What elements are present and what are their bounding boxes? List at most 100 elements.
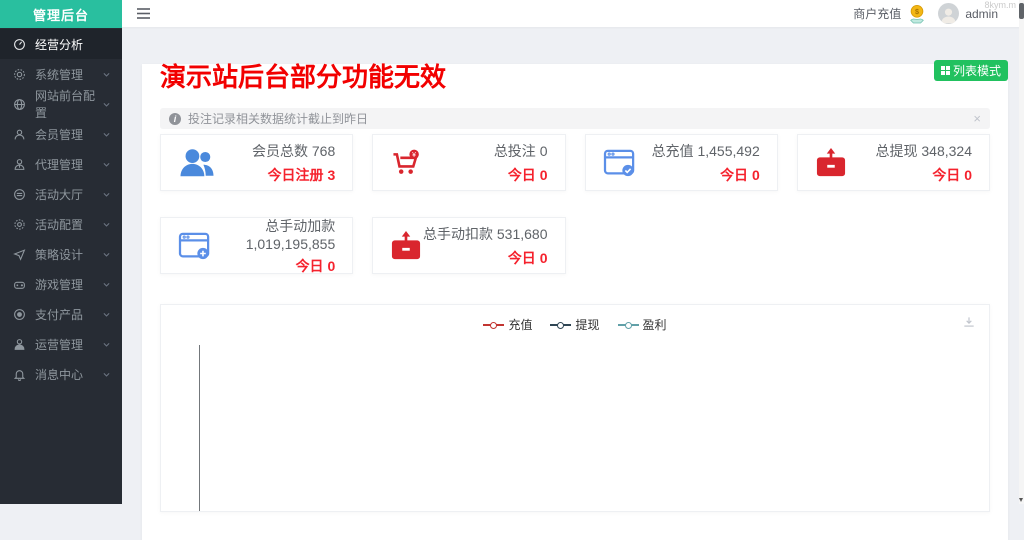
chart-legend: 充值 提现 盈利: [161, 305, 989, 333]
legend-item-withdraw[interactable]: 提现: [550, 316, 599, 333]
stat-today: 今日 0: [876, 165, 973, 185]
sidebar-item-label: 活动大厅: [35, 186, 83, 203]
chevron-down-icon: [102, 220, 111, 229]
line-series-marker-icon: [618, 321, 639, 328]
sidebar-item-activity-config[interactable]: 活动配置: [0, 209, 122, 239]
cart-icon: ¥: [390, 148, 421, 178]
stat-value: 348,324: [921, 143, 972, 159]
globe-icon: [13, 98, 26, 111]
content-area: 列表模式 演示站后台部分功能无效 i 投注记录相关数据统计截止到昨日 × 会员总…: [122, 27, 1024, 504]
stat-text: 会员总数 768 今日注册 3: [252, 141, 335, 185]
window-scrollbar[interactable]: [1019, 0, 1024, 504]
sidebar-item-activity-hall[interactable]: 活动大厅: [0, 179, 122, 209]
stat-today-label: 今日: [296, 258, 324, 274]
recharge-window-icon: [603, 148, 637, 178]
stat-today-label: 今日: [508, 167, 536, 183]
chevron-down-icon: [102, 340, 111, 349]
target-icon: [13, 308, 26, 321]
manual-deduct-wallet-icon: [390, 231, 422, 261]
stat-title-value: 会员总数 768: [252, 141, 335, 161]
stat-today: 今日 0: [423, 248, 548, 268]
stat-card-manual-add: 总手动加款 1,019,195,855 今日 0: [160, 217, 353, 274]
sidebar: 管理后台 经营分析 系统管理 网站前台配置 会员管理: [0, 0, 122, 504]
download-icon[interactable]: [962, 315, 976, 329]
sidebar-item-label: 代理管理: [35, 156, 83, 173]
sidebar-item-label: 策略设计: [35, 246, 83, 263]
stat-today: 今日 0: [494, 165, 548, 185]
grid-icon: [941, 66, 950, 75]
stat-title: 总提现: [876, 143, 918, 159]
sidebar-item-payment-products[interactable]: 支付产品: [0, 299, 122, 329]
stat-title-value: 总手动扣款 531,680: [423, 224, 548, 244]
stat-text: 总手动扣款 531,680 今日 0: [423, 224, 548, 268]
demo-warning-heading: 演示站后台部分功能无效: [160, 64, 990, 90]
scrollbar-thumb[interactable]: [1019, 3, 1024, 19]
line-series-marker-icon: [483, 321, 504, 328]
dashboard-icon: [13, 38, 26, 51]
stat-today: 今日 0: [652, 165, 760, 185]
stat-today-value: 0: [964, 167, 972, 183]
notice-text: 投注记录相关数据统计截止到昨日: [188, 110, 368, 127]
chevron-down-icon: [102, 160, 111, 169]
sidebar-item-business-analysis[interactable]: 经营分析: [0, 29, 122, 59]
users-icon: [178, 146, 216, 179]
sidebar-item-site-front-config[interactable]: 网站前台配置: [0, 89, 122, 119]
svg-text:$: $: [915, 7, 919, 16]
stat-text: 总充值 1,455,492 今日 0: [652, 141, 760, 185]
stat-title: 会员总数: [252, 143, 308, 159]
legend-item-recharge[interactable]: 充值: [483, 316, 532, 333]
hamburger-menu-icon[interactable]: [136, 7, 151, 20]
svg-text:¥: ¥: [412, 151, 416, 158]
line-series-marker-icon: [550, 321, 571, 328]
sidebar-item-game-management[interactable]: 游戏管理: [0, 269, 122, 299]
sidebar-item-label: 消息中心: [35, 366, 83, 383]
merchant-recharge-label[interactable]: 商户充值: [853, 5, 901, 22]
agent-icon: [13, 158, 26, 171]
paper-plane-icon: [13, 248, 26, 261]
sidebar-item-label: 支付产品: [35, 306, 83, 323]
sidebar-item-strategy-design[interactable]: 策略设计: [0, 239, 122, 269]
sidebar-item-label: 游戏管理: [35, 276, 83, 293]
stat-card-members: 会员总数 768 今日注册 3: [160, 134, 353, 191]
withdraw-wallet-icon: [815, 148, 847, 178]
sidebar-menu: 经营分析 系统管理 网站前台配置 会员管理: [0, 28, 122, 389]
sidebar-item-label: 运营管理: [35, 336, 83, 353]
sidebar-item-label: 经营分析: [35, 36, 83, 53]
stat-today-value: 0: [540, 167, 548, 183]
gear-icon: [13, 68, 26, 81]
chevron-down-icon: [102, 70, 111, 79]
stat-text: 总手动加款 1,019,195,855 今日 0: [212, 216, 335, 276]
avatar[interactable]: [938, 3, 959, 24]
notice-close-icon[interactable]: ×: [973, 112, 981, 125]
list-mode-button[interactable]: 列表模式: [934, 60, 1008, 81]
chevron-down-icon: [102, 310, 111, 319]
chart-panel: 充值 提现 盈利: [160, 304, 990, 512]
sidebar-item-label: 活动配置: [35, 216, 83, 233]
legend-item-profit[interactable]: 盈利: [618, 316, 667, 333]
sidebar-item-message-center[interactable]: 消息中心: [0, 359, 122, 389]
stat-value: 1,455,492: [697, 143, 759, 159]
stat-card-total-bets: ¥ 总投注 0 今日 0: [372, 134, 565, 191]
sidebar-item-operations-management[interactable]: 运营管理: [0, 329, 122, 359]
stat-value: 0: [540, 143, 548, 159]
stat-value: 531,680: [497, 226, 548, 242]
app-logo: 管理后台: [0, 0, 122, 28]
stat-today-value: 3: [327, 167, 335, 183]
stat-title: 总充值: [652, 143, 694, 159]
stat-title: 总投注: [494, 143, 536, 159]
legend-label: 提现: [575, 316, 599, 333]
stat-value: 1,019,195,855: [246, 236, 336, 252]
stat-title-value: 总充值 1,455,492: [652, 141, 760, 161]
sidebar-item-system-management[interactable]: 系统管理: [0, 59, 122, 89]
sidebar-item-label: 系统管理: [35, 66, 83, 83]
sidebar-item-member-management[interactable]: 会员管理: [0, 119, 122, 149]
stat-today-value: 0: [540, 250, 548, 266]
sidebar-item-agent-management[interactable]: 代理管理: [0, 149, 122, 179]
stat-title: 总手动扣款: [423, 226, 493, 242]
scrollbar-down-arrow-icon[interactable]: [1019, 498, 1023, 502]
coin-hand-icon[interactable]: $: [908, 4, 926, 24]
chevron-down-icon: [102, 100, 111, 109]
chevron-down-icon: [102, 280, 111, 289]
stats-grid: 会员总数 768 今日注册 3 ¥: [160, 134, 990, 274]
activity-hall-icon: [13, 188, 26, 201]
